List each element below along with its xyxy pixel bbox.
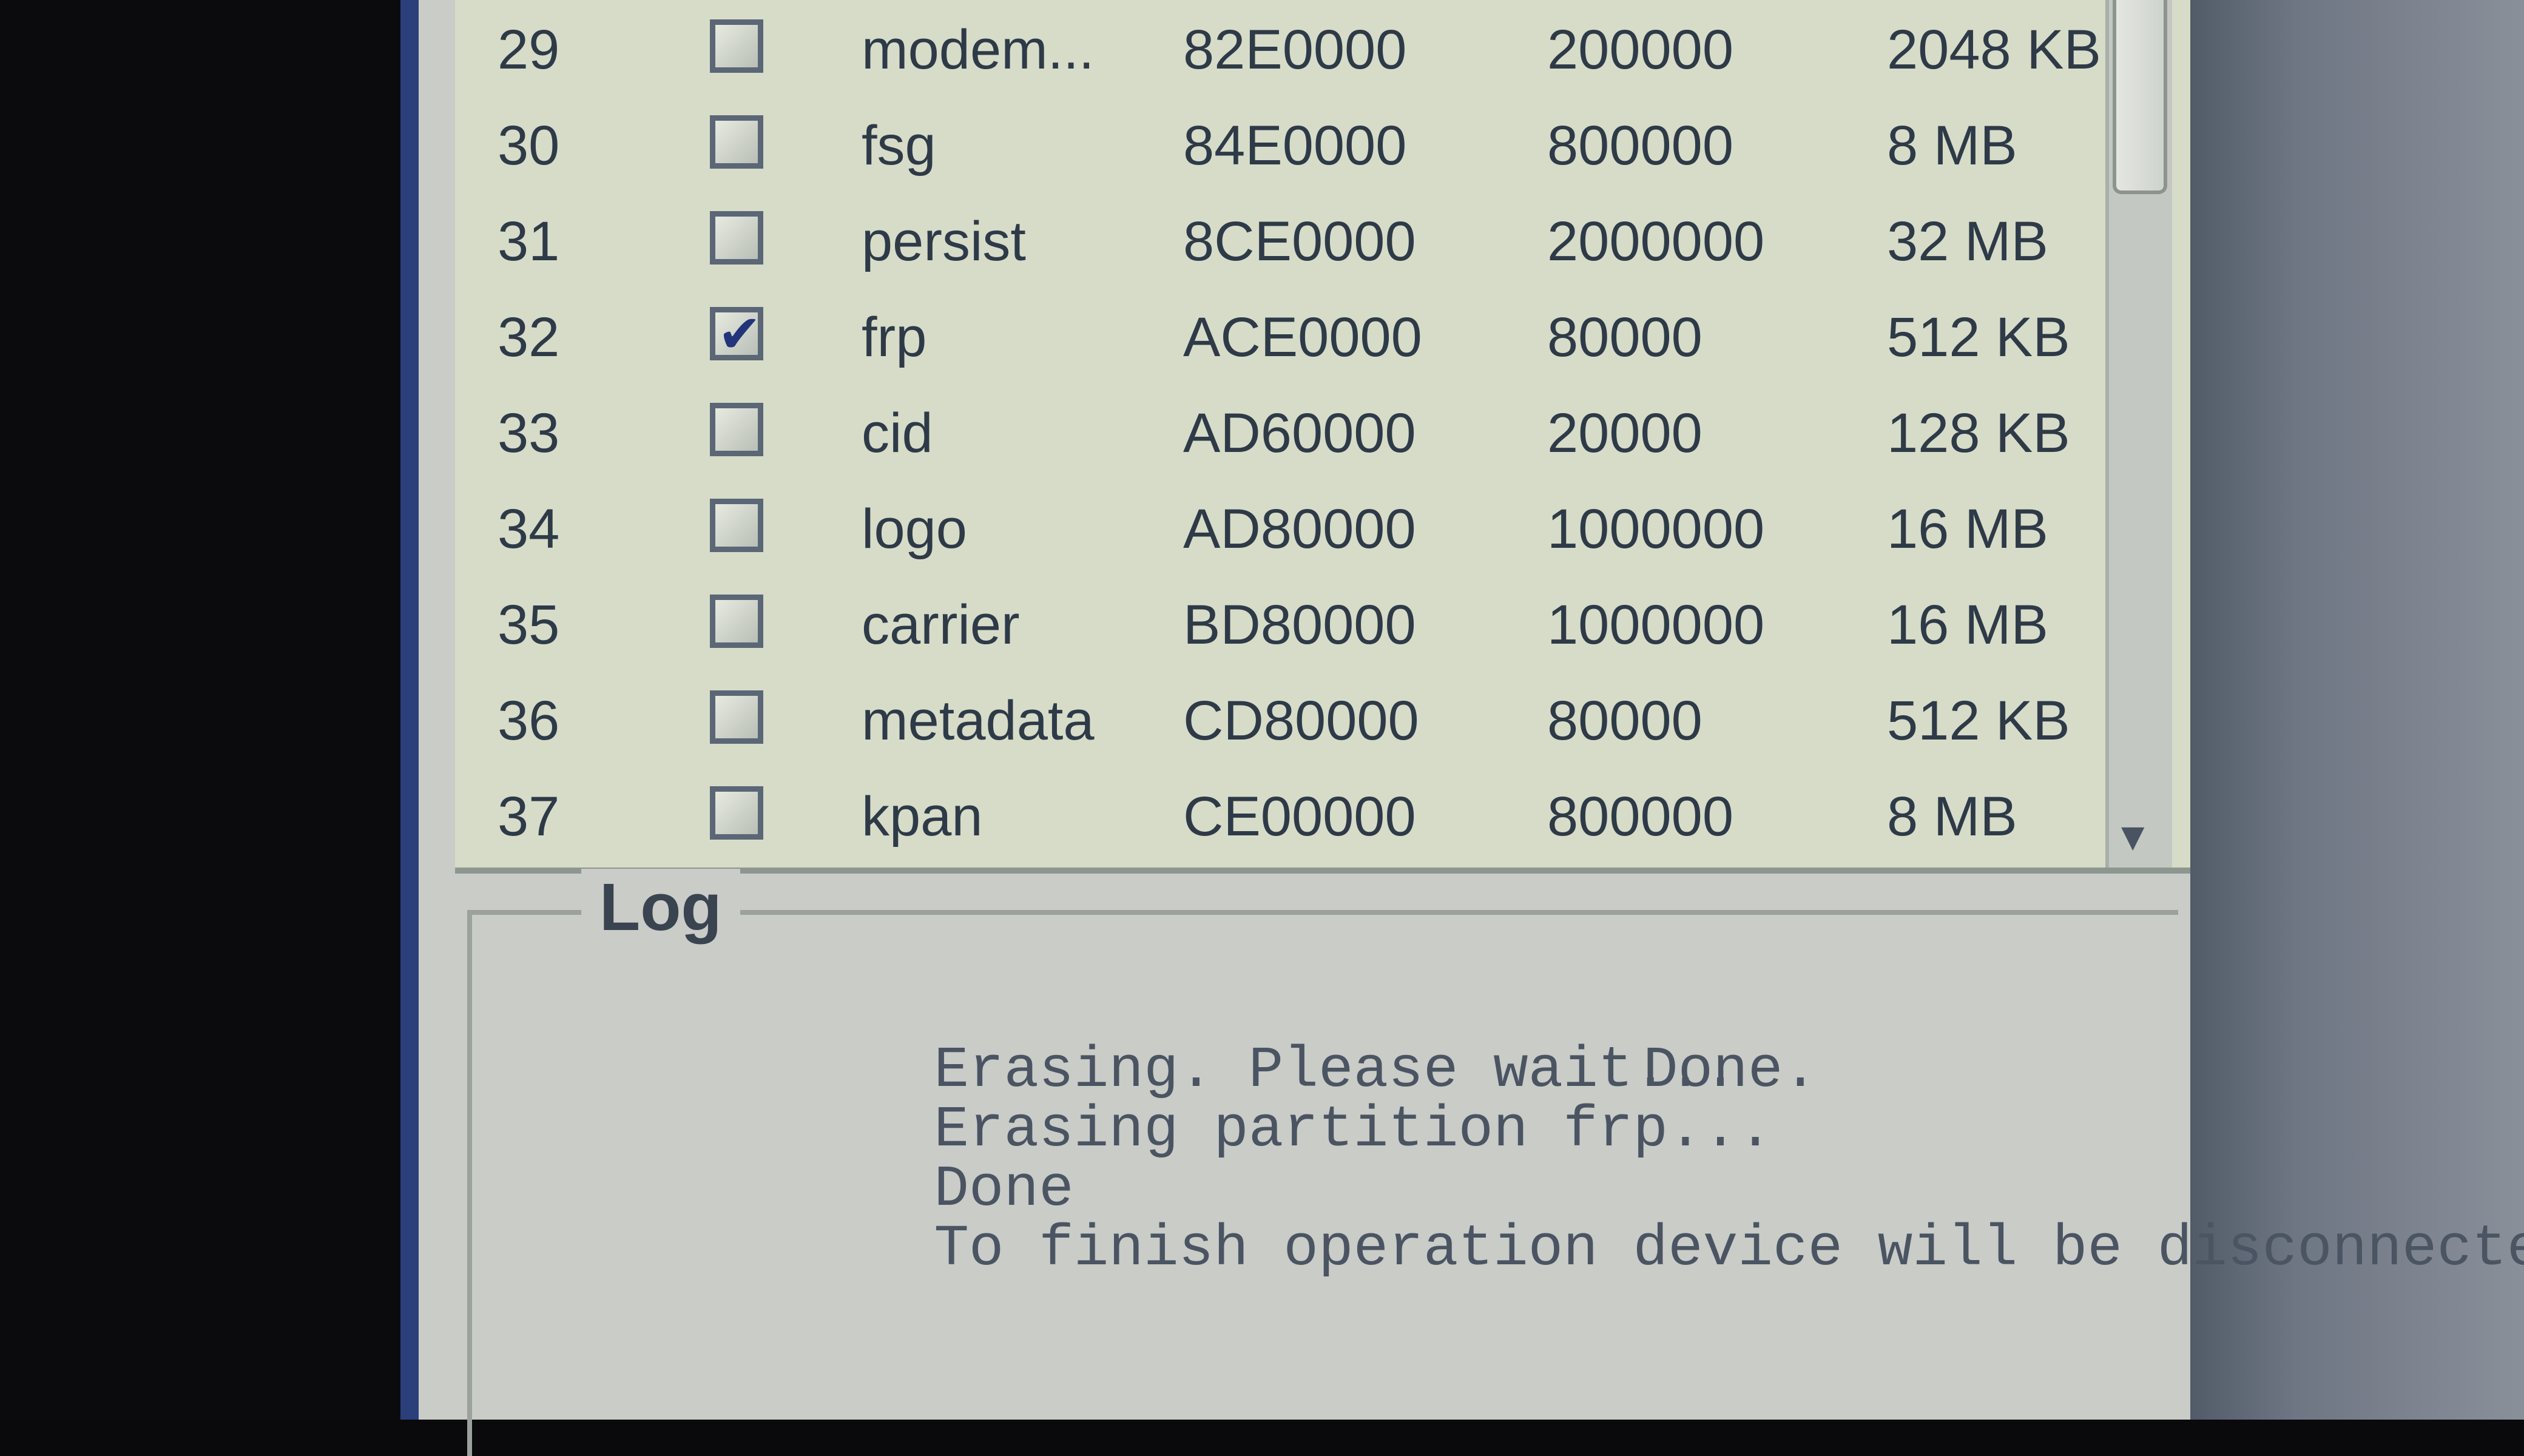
partition-checkbox[interactable] — [710, 595, 763, 648]
partition-size: 2048 KB — [1887, 19, 2101, 81]
partition-table: 29 modem... 82E0000 200000 2048 KB 30 fs… — [479, 0, 2117, 868]
table-row[interactable]: 35 carrier BD80000 1000000 16 MB — [479, 575, 2117, 671]
partition-size: 16 MB — [1887, 594, 2048, 656]
partition-number: 29 — [498, 19, 560, 81]
partition-number: 30 — [498, 115, 560, 177]
partition-address: AD60000 — [1183, 402, 1416, 464]
log-panel: Log Erasing. Please wait... Erasing part… — [455, 869, 2524, 1456]
partition-number: 33 — [498, 402, 560, 464]
partition-name: carrier — [862, 594, 1020, 656]
partition-address: 82E0000 — [1183, 19, 1407, 81]
screen: 29 modem... 82E0000 200000 2048 KB 30 fs… — [0, 0, 2524, 1456]
partition-length: 800000 — [1547, 115, 1733, 177]
log-output: Erasing. Please wait... Erasing partitio… — [515, 982, 2524, 1279]
partition-address: CE00000 — [1183, 786, 1416, 848]
partition-address: CD80000 — [1183, 690, 1419, 752]
log-group-box: Log Erasing. Please wait... Erasing part… — [467, 869, 2524, 1456]
log-title: Log — [581, 869, 740, 946]
scroll-down-arrow-icon[interactable]: ▼ — [2121, 819, 2144, 854]
table-row[interactable]: 34 logo AD80000 1000000 16 MB — [479, 479, 2117, 575]
log-line: Erasing partition frp... Done. — [515, 1037, 2524, 1160]
app-window: 29 modem... 82E0000 200000 2048 KB 30 fs… — [400, 0, 2524, 1456]
partition-length: 1000000 — [1547, 594, 1765, 656]
partition-number: 37 — [498, 786, 560, 848]
partition-checkbox[interactable] — [710, 690, 763, 744]
partition-size: 16 MB — [1887, 498, 2048, 560]
partition-address: 8CE0000 — [1183, 211, 1416, 272]
partition-name: logo — [862, 498, 967, 560]
partition-name: persist — [862, 211, 1026, 272]
partition-length: 20000 — [1547, 402, 1702, 464]
table-row[interactable]: 33 cid AD60000 20000 128 KB — [479, 383, 2117, 479]
partition-size: 8 MB — [1887, 115, 2017, 177]
partition-checkbox[interactable] — [710, 786, 763, 840]
log-line: Done — [515, 1100, 2524, 1219]
partition-number: 35 — [498, 594, 560, 656]
partition-number: 31 — [498, 211, 560, 272]
partition-checkbox[interactable] — [710, 19, 763, 73]
partition-length: 800000 — [1547, 786, 1733, 848]
table-scrollbar[interactable]: ▼ — [2105, 0, 2172, 868]
table-row[interactable]: 32 ✔ frp ACE0000 80000 512 KB — [479, 288, 2117, 383]
partition-name: modem... — [862, 19, 1095, 81]
partition-name: cid — [862, 402, 933, 464]
partition-size: 512 KB — [1887, 690, 2070, 752]
partition-length: 80000 — [1547, 690, 1702, 752]
table-row[interactable]: 37 kpan CE00000 800000 8 MB — [479, 767, 2117, 863]
partition-length: 2000000 — [1547, 211, 1765, 272]
partition-table-panel: 29 modem... 82E0000 200000 2048 KB 30 fs… — [455, 0, 2190, 874]
partition-checkbox[interactable]: ✔ — [710, 304, 763, 365]
log-line: Erasing. Please wait... — [515, 982, 2524, 1100]
partition-name: kpan — [862, 786, 983, 848]
partition-length: 80000 — [1547, 306, 1702, 368]
partition-name: fsg — [862, 115, 936, 177]
partition-name: metadata — [862, 690, 1095, 752]
partition-checkbox[interactable] — [710, 499, 763, 552]
partition-checkbox[interactable] — [710, 115, 763, 169]
partition-number: 32 — [498, 306, 560, 368]
partition-address: ACE0000 — [1183, 306, 1422, 368]
partition-size: 32 MB — [1887, 211, 2048, 272]
check-mark-icon: ✔ — [718, 304, 762, 365]
partition-size: 512 KB — [1887, 306, 2070, 368]
partition-size: 128 KB — [1887, 402, 2070, 464]
table-row[interactable]: 30 fsg 84E0000 800000 8 MB — [479, 96, 2117, 192]
partition-address: 84E0000 — [1183, 115, 1407, 177]
table-row[interactable]: 36 metadata CD80000 80000 512 KB — [479, 671, 2117, 767]
partition-number: 36 — [498, 690, 560, 752]
table-row[interactable]: 31 persist 8CE0000 2000000 32 MB — [479, 192, 2117, 288]
log-line-text: To finish operation device will be disco… — [934, 1216, 2524, 1282]
log-line: To finish operation device will be disco… — [515, 1160, 2524, 1279]
table-row[interactable]: 29 modem... 82E0000 200000 2048 KB — [479, 0, 2117, 96]
partition-address: BD80000 — [1183, 594, 1416, 656]
log-line-status: Done. — [1643, 1037, 1818, 1104]
partition-length: 1000000 — [1547, 498, 1765, 560]
partition-number: 34 — [498, 498, 560, 560]
partition-address: AD80000 — [1183, 498, 1416, 560]
scrollbar-thumb[interactable] — [2113, 0, 2167, 194]
partition-checkbox[interactable] — [710, 211, 763, 265]
partition-name: frp — [862, 306, 927, 368]
partition-size: 8 MB — [1887, 786, 2017, 848]
partition-checkbox[interactable] — [710, 403, 763, 456]
partition-length: 200000 — [1547, 19, 1733, 81]
